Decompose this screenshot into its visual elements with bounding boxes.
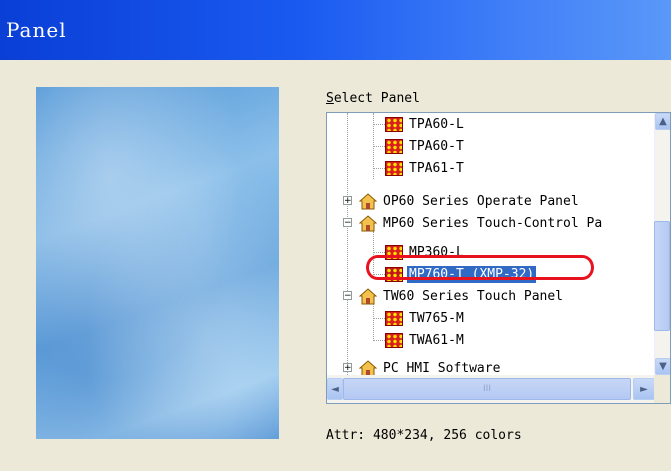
tree-item-op60-series[interactable]: OP60 Series Operate Panel [359,190,581,212]
tree-item-tpa61-t[interactable]: TPA61-T [385,157,466,179]
panel-icon [385,332,403,348]
tree-line [373,252,385,253]
panel-icon [385,160,403,176]
tree-line [373,124,385,125]
vertical-scroll-thumb[interactable] [654,221,670,331]
horizontal-scroll-thumb[interactable]: III [343,378,631,400]
select-panel-label-text: elect Panel [333,91,420,106]
house-folder-icon [359,214,377,231]
panel-icon [385,138,403,154]
title-bar: Panel [0,0,671,60]
tree-item-label: MP60 Series Touch-Control Pa [383,215,603,231]
scroll-up-button[interactable]: ▲ [655,113,670,130]
panel-icon [385,116,403,132]
tree-line [373,146,385,147]
tree-item-tpa60-l[interactable]: TPA60-L [385,113,466,135]
selection-highlight-ring [366,255,594,280]
collapse-mp60-button[interactable]: − [343,218,352,228]
tree-item-tw60-series[interactable]: TW60 Series Touch Panel [359,285,565,307]
tree-item-label: TPA61-T [409,160,464,176]
scroll-down-button[interactable]: ▼ [655,358,670,375]
panel-attributes: Attr: 480*234, 256 colors [326,428,522,443]
tree-item-twa61-m[interactable]: TWA61-M [385,329,466,351]
tree-item-label: TWA61-M [409,332,464,348]
window-title: Panel [6,18,67,42]
scroll-left-button[interactable]: ◄ [327,378,343,400]
panel-tree-viewport: TPA60-L TPA60-T TPA61-T + OP60 Series Op… [327,113,655,375]
scrollbar-corner [654,375,670,403]
select-panel-label: Select Panel [326,91,420,106]
tree-item-label: TW765-M [409,310,464,326]
house-folder-icon [359,359,377,375]
tree-item-label: PC HMI Software [383,360,501,376]
expand-op60-button[interactable]: + [343,196,352,206]
house-folder-icon [359,192,377,209]
tree-line [373,340,385,341]
horizontal-scrollbar[interactable]: ◄ III ► [327,375,655,403]
select-panel-accesskey: S [326,91,334,106]
panel-icon [385,310,403,326]
tree-item-tpa60-t[interactable]: TPA60-T [385,135,466,157]
tree-item-label: TPA60-L [409,116,464,132]
tree-line [347,113,348,375]
tree-item-label: OP60 Series Operate Panel [383,193,579,209]
collapse-tw60-button[interactable]: − [343,291,352,301]
tree-item-label: TW60 Series Touch Panel [383,288,564,304]
expand-pc-hmi-button[interactable]: + [343,363,352,373]
tree-item-pc-hmi-software[interactable]: PC HMI Software [359,357,502,375]
house-folder-icon [359,287,377,304]
panel-preview-image [36,87,279,439]
scroll-right-button[interactable]: ► [633,378,655,400]
tree-item-label: TPA60-T [409,138,464,154]
vertical-scrollbar[interactable]: ▲ ▼ [654,113,670,375]
tree-line [373,318,385,319]
tree-line [373,168,385,169]
tree-item-tw765-m[interactable]: TW765-M [385,307,466,329]
panel-tree[interactable]: TPA60-L TPA60-T TPA61-T + OP60 Series Op… [326,112,671,404]
tree-item-mp60-series[interactable]: MP60 Series Touch-Control Pa [359,212,604,234]
